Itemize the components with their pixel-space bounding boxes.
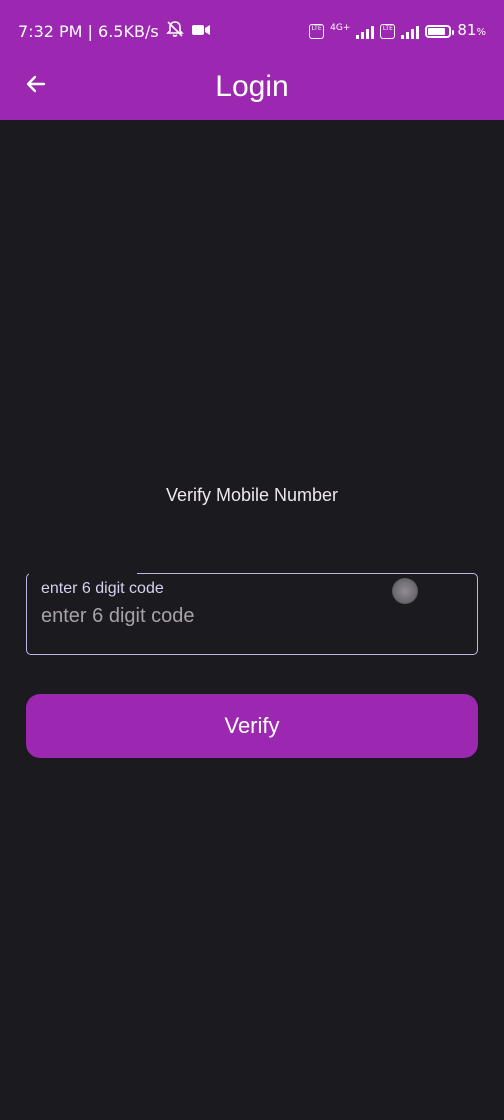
signal-strength-icon	[356, 25, 375, 39]
signal-strength-icon-2	[401, 25, 420, 39]
status-time-speed: 7:32 PM | 6.5KB/s	[18, 22, 159, 41]
network-type: 4G+	[330, 22, 351, 33]
battery-level	[428, 28, 445, 35]
verify-button[interactable]: Verify	[26, 694, 478, 758]
page-title: Login	[215, 70, 289, 103]
back-button[interactable]	[16, 64, 56, 104]
verify-heading: Verify Mobile Number	[165, 485, 339, 505]
arrow-left-icon	[26, 75, 46, 93]
bell-off-icon	[165, 19, 185, 45]
app-bar: Login	[0, 60, 504, 120]
code-input[interactable]	[41, 600, 461, 632]
volte-icon: LTE	[309, 24, 325, 39]
status-bar: 7:32 PM | 6.5KB/s LTE 4G+ LTE 81%	[0, 0, 504, 60]
volte-icon-2: LTE	[380, 24, 396, 39]
battery-icon	[425, 25, 455, 38]
touch-indicator	[392, 578, 418, 604]
status-left: 7:32 PM | 6.5KB/s	[18, 19, 211, 45]
status-right: LTE 4G+ LTE 81%	[309, 19, 486, 44]
video-camera-icon	[191, 21, 211, 43]
battery-percent: 81%	[457, 21, 486, 39]
field-label-gap	[29, 570, 137, 576]
code-field-label: enter 6 digit code	[41, 580, 164, 597]
